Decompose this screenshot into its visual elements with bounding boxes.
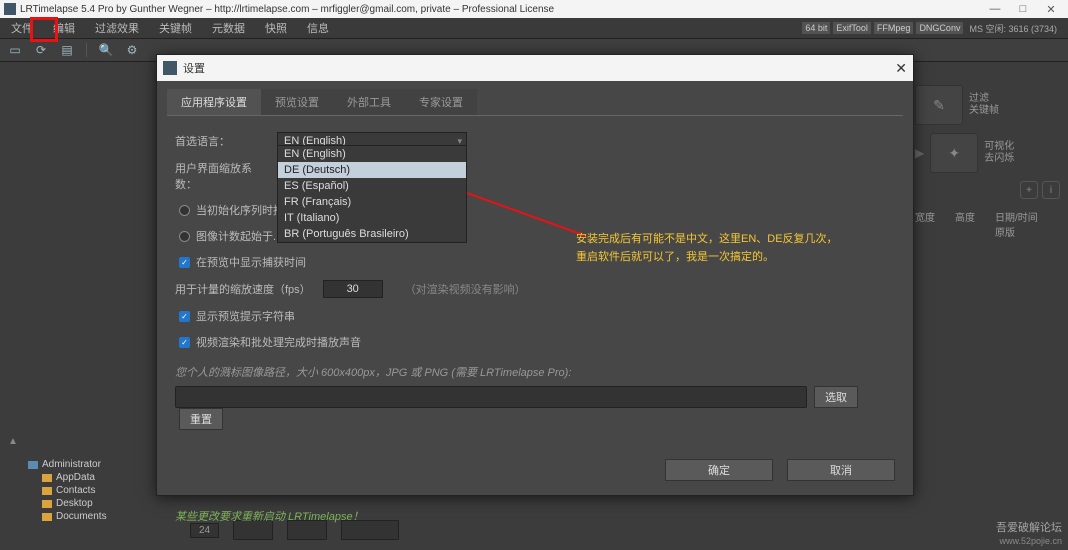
fps-hint: （对渲染视频没有影响） [405, 281, 526, 297]
menu-edit[interactable]: 编辑 [50, 19, 78, 37]
wf-label-1: 过滤 [969, 93, 989, 104]
restart-note: 某些更改要求重新启动 LRTimelapse！ [175, 508, 895, 524]
lang-option-de[interactable]: DE (Deutsch) [278, 162, 466, 178]
language-dropdown: EN (English) DE (Deutsch) ES (Español) F… [277, 145, 467, 243]
menu-keyframes[interactable]: 关键帧 [156, 19, 195, 37]
title-bar: LRTimelapse 5.4 Pro by Gunther Wegner – … [0, 0, 1068, 18]
menu-metadata[interactable]: 元数据 [209, 19, 248, 37]
option-img-count: 图像计数起始于... [196, 228, 282, 244]
browse-button[interactable]: 选取 [814, 386, 858, 408]
badge-64bit: 64 bit [802, 22, 830, 34]
folder-tree: Administrator AppData Contacts Desktop D… [8, 436, 168, 523]
menu-info[interactable]: 信息 [304, 19, 332, 37]
tree-item-documents[interactable]: Documents [8, 510, 168, 523]
app-icon [4, 3, 16, 15]
menu-shortcuts[interactable]: 快照 [262, 19, 290, 37]
wf-label-3: 可视化 去闪烁 [984, 141, 1014, 165]
checkbox-preview-hint[interactable]: ✓ [179, 311, 190, 322]
columns-icon[interactable]: ▤ [60, 43, 74, 57]
col-datetime: 日期/时间 原版 [995, 209, 1038, 239]
option-play-sound: 视频渲染和批处理完成时播放声音 [196, 334, 361, 350]
badge-ffmpeg: FFMpeg [874, 22, 914, 34]
reset-button[interactable]: 重置 [179, 408, 223, 430]
watermark: 吾爱破解论坛www.52pojie.cn [996, 522, 1062, 548]
close-icon[interactable]: ✕ [895, 60, 907, 77]
window-title: LRTimelapse 5.4 Pro by Gunther Wegner – … [20, 4, 554, 15]
tree-item-contacts[interactable]: Contacts [8, 484, 168, 497]
checkbox-play-sound[interactable]: ✓ [179, 337, 190, 348]
settings-dialog: 设置 ✕ 应用程序设置 预览设置 外部工具 专家设置 首选语言： EN (Eng… [156, 54, 914, 496]
menu-bar: 文件 编辑 过滤效果 关键帧 元数据 快照 信息 64 bit ExifTool… [0, 18, 1068, 38]
col-width: 宽度 [915, 209, 935, 239]
badge-exiftool: ExifTool [833, 22, 871, 34]
wf-step-icon[interactable]: ✎ [915, 85, 963, 125]
splash-path-input[interactable] [175, 386, 807, 408]
lang-option-fr[interactable]: FR (Français) [278, 194, 466, 210]
language-label: 首选语言： [175, 133, 265, 149]
splash-label: 您个人的溅标图像路径，大小 600x400px，JPG 或 PNG (需要 LR… [175, 364, 895, 380]
fps-label: 用于计量的缩放速度（fps） [175, 281, 311, 297]
tab-app-settings[interactable]: 应用程序设置 [167, 89, 261, 115]
ui-scale-label: 用户界面缩放系数： [175, 160, 265, 192]
menu-filters[interactable]: 过滤效果 [92, 19, 142, 37]
tree-item-desktop[interactable]: Desktop [8, 497, 168, 510]
window-controls: — □ ✕ [982, 1, 1064, 17]
col-height: 高度 [955, 209, 975, 239]
reload-icon[interactable]: ⟳ [34, 43, 48, 57]
lang-option-it[interactable]: IT (Italiano) [278, 210, 466, 226]
wf-step-icon-2[interactable]: ✦ [930, 133, 978, 173]
app-icon [163, 61, 177, 75]
tab-expert[interactable]: 专家设置 [405, 89, 477, 115]
maximize-button[interactable]: □ [1010, 1, 1036, 17]
option-preview-hint: 显示预览提示字符串 [196, 308, 295, 324]
radio-init-seq[interactable] [179, 205, 190, 216]
tree-item-admin[interactable]: Administrator [8, 458, 168, 471]
close-button[interactable]: ✕ [1038, 1, 1064, 17]
fps-input[interactable]: 30 [323, 280, 383, 298]
lang-option-br[interactable]: BR (Português Brasileiro) [278, 226, 466, 242]
gear-icon[interactable]: ⚙ [125, 43, 139, 57]
memory-info: MS 空闲: 3616 (3734) [966, 21, 1060, 36]
dialog-tabs: 应用程序设置 预览设置 外部工具 专家设置 [167, 89, 903, 115]
cancel-button[interactable]: 取消 [787, 459, 895, 481]
option-capture-time: 在预览中显示捕获时间 [196, 254, 306, 270]
tab-external[interactable]: 外部工具 [333, 89, 405, 115]
search-icon[interactable]: 🔍 [99, 43, 113, 57]
menu-file[interactable]: 文件 [8, 19, 36, 37]
dialog-titlebar: 设置 ✕ [157, 55, 913, 81]
folder-icon[interactable]: ▭ [8, 43, 22, 57]
radio-img-count[interactable] [179, 231, 190, 242]
arrow-icon: ▶ [915, 146, 924, 160]
tree-item-appdata[interactable]: AppData [8, 471, 168, 484]
lang-option-es[interactable]: ES (Español) [278, 178, 466, 194]
lang-option-en[interactable]: EN (English) [278, 146, 466, 162]
dialog-title: 设置 [183, 60, 205, 76]
tab-preview[interactable]: 预览设置 [261, 89, 333, 115]
wf-add-button[interactable]: + [1020, 181, 1038, 199]
badge-dngconv: DNGConv [916, 22, 963, 34]
checkbox-capture-time[interactable]: ✓ [179, 257, 190, 268]
workflow-panel: ✎ 过滤关键帧 ▶ ✦ 可视化 去闪烁 + i 宽度 高度 日期/时间 原版 [915, 85, 1060, 239]
minimize-button[interactable]: — [982, 1, 1008, 17]
ok-button[interactable]: 确定 [665, 459, 773, 481]
wf-info-button[interactable]: i [1042, 181, 1060, 199]
wf-label-2: 关键帧 [969, 105, 999, 116]
